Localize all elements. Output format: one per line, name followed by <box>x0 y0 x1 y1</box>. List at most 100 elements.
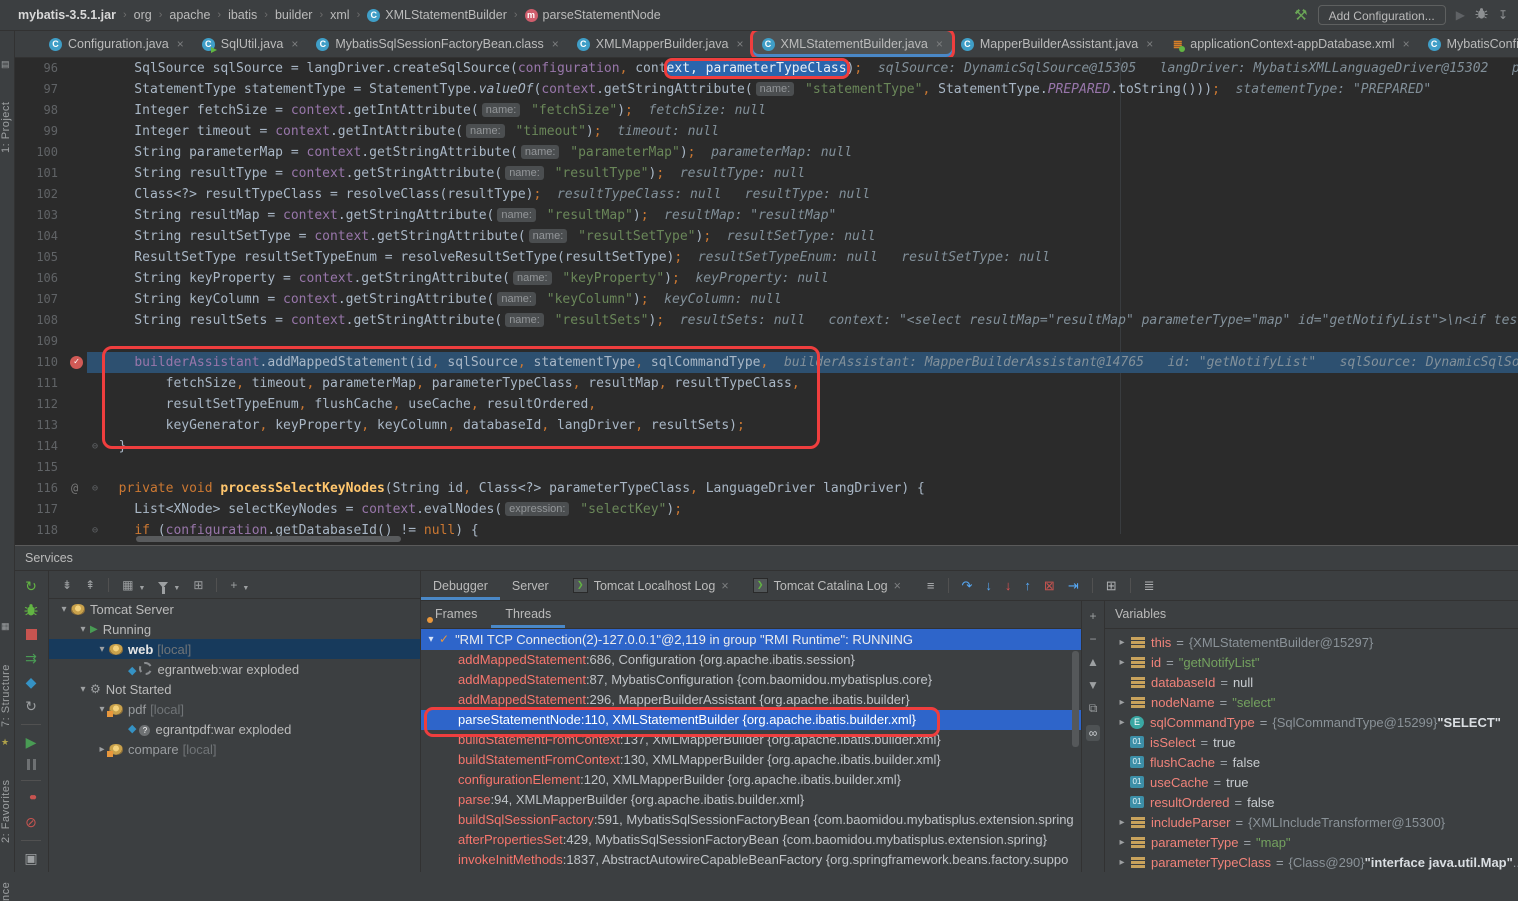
resume-icon[interactable]: ▶ <box>26 735 37 750</box>
force-step-into-icon[interactable]: ↓ <box>1005 578 1012 593</box>
thread-row[interactable]: ▾✓"RMI TCP Connection(2)-127.0.0.1"@2,11… <box>421 629 1081 650</box>
gutter[interactable] <box>67 79 87 100</box>
gutter[interactable] <box>67 520 87 541</box>
breadcrumb-item[interactable]: builder <box>275 8 313 22</box>
editor-tab[interactable]: CSqlUtil.java× <box>193 31 308 57</box>
show-watches-icon[interactable]: ∞ <box>1086 725 1101 741</box>
breadcrumb-item[interactable]: xml <box>330 8 349 22</box>
threads-view-icon[interactable]: ≡ <box>927 578 935 593</box>
gutter[interactable] <box>67 58 87 79</box>
stack-frame-row[interactable]: parseStatementNode:110, XMLStatementBuil… <box>421 710 1081 730</box>
close-icon[interactable]: × <box>737 37 744 51</box>
close-icon[interactable]: × <box>1403 37 1410 51</box>
chevron-down-icon[interactable]: ▾ <box>76 624 90 635</box>
close-icon[interactable]: × <box>1146 37 1153 51</box>
gutter[interactable] <box>67 436 87 457</box>
variable-row[interactable]: 01useCache=true <box>1104 772 1518 792</box>
add-service-icon[interactable]: ⊞ <box>193 578 203 592</box>
variable-row[interactable]: ▸parameterTypeClass={Class@290} "interfa… <box>1104 852 1518 872</box>
variable-row[interactable]: 01isSelect=true <box>1104 732 1518 752</box>
update-running-app-icon[interactable]: ↧ <box>1498 8 1508 22</box>
run-to-cursor-icon[interactable]: ⇥ <box>1068 578 1079 594</box>
gutter[interactable]: @ <box>67 478 87 499</box>
code-editor[interactable]: 96 SqlSource sqlSource = langDriver.crea… <box>14 58 1518 545</box>
gutter[interactable] <box>67 205 87 226</box>
add-watch-icon[interactable]: + <box>1089 610 1096 622</box>
gutter[interactable] <box>67 247 87 268</box>
stack-frame-row[interactable]: buildSqlSessionFactory:591, MybatisSqlSe… <box>421 810 1081 830</box>
mute-breakpoints-icon[interactable]: ⊘ <box>25 815 37 830</box>
chevron-right-icon[interactable]: ▸ <box>1114 837 1130 848</box>
chevron-right-icon[interactable]: ▸ <box>1114 717 1130 728</box>
editor-tab[interactable]: CMapperBuilderAssistant.java× <box>952 31 1162 57</box>
drop-frame-icon[interactable]: ⊠ <box>1044 578 1055 594</box>
fold-marker[interactable]: ⊖ <box>87 478 103 499</box>
variable-row[interactable]: ▸EsqlCommandType={SqlCommandType@15299} … <box>1104 712 1518 732</box>
editor-tab[interactable]: ≣applicationContext-appDatabase.xml× <box>1162 31 1418 57</box>
chevron-right-icon[interactable]: ▸ <box>1114 697 1130 708</box>
settings-icon[interactable]: ▣ <box>24 851 37 866</box>
editor-tab[interactable]: CXMLStatementBuilder.java× <box>753 31 952 57</box>
gutter[interactable] <box>67 121 87 142</box>
tab-threads[interactable]: Threads <box>491 600 565 628</box>
group-by-icon[interactable]: ▦ <box>122 578 133 592</box>
breadcrumb-item[interactable]: mybatis-3.5.1.jar <box>18 8 116 22</box>
stack-frame-row[interactable]: afterPropertiesSet:429, MybatisSqlSessio… <box>421 830 1081 850</box>
copy-icon[interactable]: ⧉ <box>1089 702 1098 714</box>
step-out-icon[interactable]: ↑ <box>1024 578 1031 593</box>
chevron-down-icon[interactable]: ▾ <box>57 604 71 615</box>
editor-horizontal-scrollbar[interactable] <box>136 536 401 542</box>
frames-scrollbar[interactable] <box>1072 651 1079 747</box>
stack-frame-row[interactable]: buildStatementFromContext:130, XMLMapper… <box>421 750 1081 770</box>
gutter[interactable] <box>67 142 87 163</box>
editor-tab[interactable]: CXMLMapperBuilder.java× <box>568 31 753 57</box>
move-up-icon[interactable]: ▲ <box>1087 656 1099 668</box>
step-over-icon[interactable]: ↷ <box>962 578 973 594</box>
editor-tab[interactable]: CMybatisSqlSessionFactoryBean.class× <box>307 31 567 57</box>
tree-row-compare[interactable]: ▸compare[local] <box>49 739 420 759</box>
stack-frame-row[interactable]: buildStatementFromContext:137, XMLMapper… <box>421 730 1081 750</box>
remove-watch-icon[interactable]: − <box>1089 633 1096 645</box>
tree-row-pdf[interactable]: ▾pdf[local] <box>49 699 420 719</box>
tree-row-egrantpdf-war-exploded[interactable]: ◆?egrantpdf:war exploded <box>49 719 420 739</box>
stack-frame-row[interactable]: parse:94, XMLMapperBuilder {org.apache.i… <box>421 790 1081 810</box>
breadcrumb-item[interactable]: apache <box>169 8 210 22</box>
variable-row[interactable]: 01resultOrdered=false <box>1104 792 1518 812</box>
gutter[interactable] <box>67 499 87 520</box>
gutter[interactable] <box>67 163 87 184</box>
add-icon[interactable]: + <box>230 578 237 592</box>
variable-row[interactable]: ▸nodeName="select" <box>1104 692 1518 712</box>
tree-row-tomcat-server[interactable]: ▾Tomcat Server <box>49 599 420 619</box>
tool-window-structure[interactable]: 7: Structure <box>0 635 14 727</box>
breadcrumb-item[interactable]: CXMLStatementBuilder <box>367 8 507 22</box>
gutter[interactable] <box>67 226 87 247</box>
close-icon[interactable]: × <box>936 37 943 51</box>
close-icon[interactable]: × <box>894 579 901 593</box>
editor-tab[interactable]: CMybatisConfiguration.class× <box>1419 31 1518 57</box>
gutter[interactable] <box>67 289 87 310</box>
gutter[interactable] <box>67 310 87 331</box>
rerun-icon[interactable]: ↻ <box>25 579 37 594</box>
gutter[interactable] <box>67 394 87 415</box>
chevron-down-icon[interactable]: ▾ <box>423 629 439 650</box>
step-into-icon[interactable]: ↓ <box>985 578 992 593</box>
debugger-tab-server[interactable]: Server <box>500 571 561 600</box>
tree-row-running[interactable]: ▾▶Running <box>49 619 420 639</box>
fold-marker[interactable]: ⊖ <box>87 520 103 541</box>
view-breakpoints-icon[interactable]: ●● <box>29 791 33 806</box>
rerun-debug-icon[interactable] <box>24 603 38 618</box>
filter-icon[interactable] <box>158 582 168 588</box>
stack-frame-row[interactable]: addMappedStatement:686, Configuration {o… <box>421 650 1081 670</box>
gutter[interactable] <box>67 331 87 352</box>
variable-row[interactable]: ▸id="getNotifyList" <box>1104 652 1518 672</box>
tree-row-web[interactable]: ▾web[local] <box>49 639 420 659</box>
layout-icon[interactable]: ≣ <box>1144 578 1155 594</box>
gutter[interactable] <box>67 457 87 478</box>
gutter[interactable] <box>67 268 87 289</box>
evaluate-icon[interactable]: ⊞ <box>1106 578 1117 594</box>
breakpoint-icon[interactable]: ✓ <box>70 356 83 369</box>
debugger-tab-tomcat-catalina-log[interactable]: ❯Tomcat Catalina Log× <box>741 571 913 600</box>
move-down-icon[interactable]: ▼ <box>1087 679 1099 691</box>
stack-frame-row[interactable]: configurationElement:120, XMLMapperBuild… <box>421 770 1081 790</box>
chevron-right-icon[interactable]: ▸ <box>1114 657 1130 668</box>
